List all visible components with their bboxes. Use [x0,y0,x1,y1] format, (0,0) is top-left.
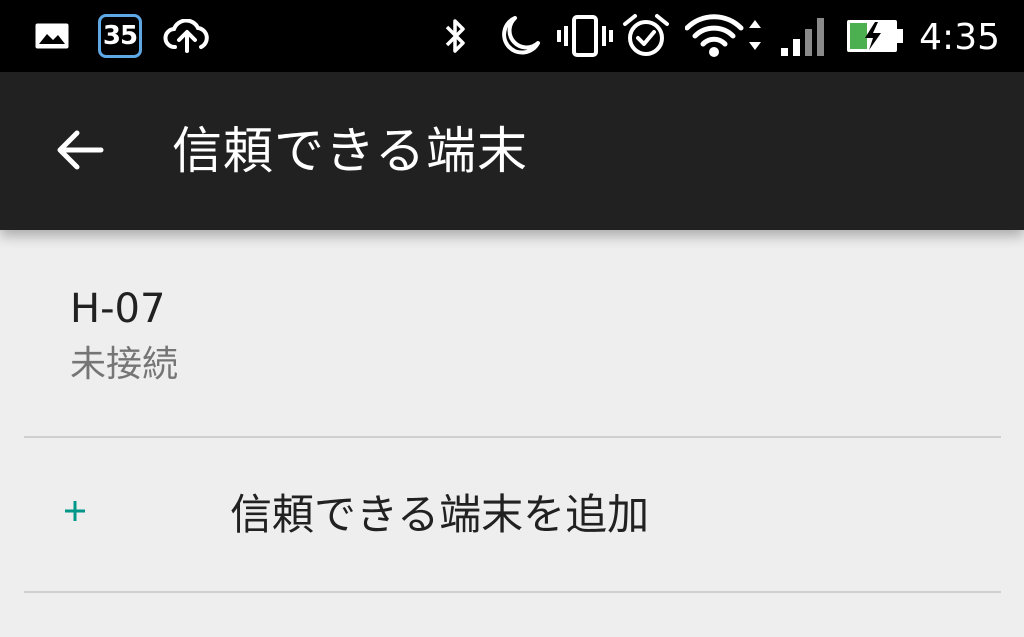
arrow-back-icon [55,128,105,176]
status-bar: 35 4:35 [0,0,1024,72]
add-trusted-device-button[interactable]: 信頼できる端末を追加 [0,438,1024,591]
status-time: 4:35 [919,17,1000,58]
divider [24,591,1001,593]
signal-icon [776,0,830,72]
notification-badge: 35 [98,14,142,58]
trusted-devices-list: H-07 未接続 信頼できる端末を追加 [0,230,1024,637]
cloud-upload-icon [162,0,212,72]
wifi-icon [684,0,764,72]
page-title: 信頼できる端末 [172,122,528,180]
bluetooth-icon [440,0,472,72]
device-name: H-07 [70,286,166,332]
moon-icon [494,0,544,72]
calendar-35-icon: 35 [96,0,144,72]
battery-charging-icon [844,0,906,72]
alarm-icon [620,0,672,72]
list-item[interactable]: H-07 未接続 [0,230,1024,438]
add-trusted-device-label: 信頼できる端末を追加 [230,490,650,539]
plus-icon [58,494,92,528]
back-button[interactable] [40,112,120,192]
image-icon [32,0,72,72]
device-status: 未接続 [70,344,179,385]
vibrate-icon [556,0,614,72]
app-bar: 信頼できる端末 [0,72,1024,230]
